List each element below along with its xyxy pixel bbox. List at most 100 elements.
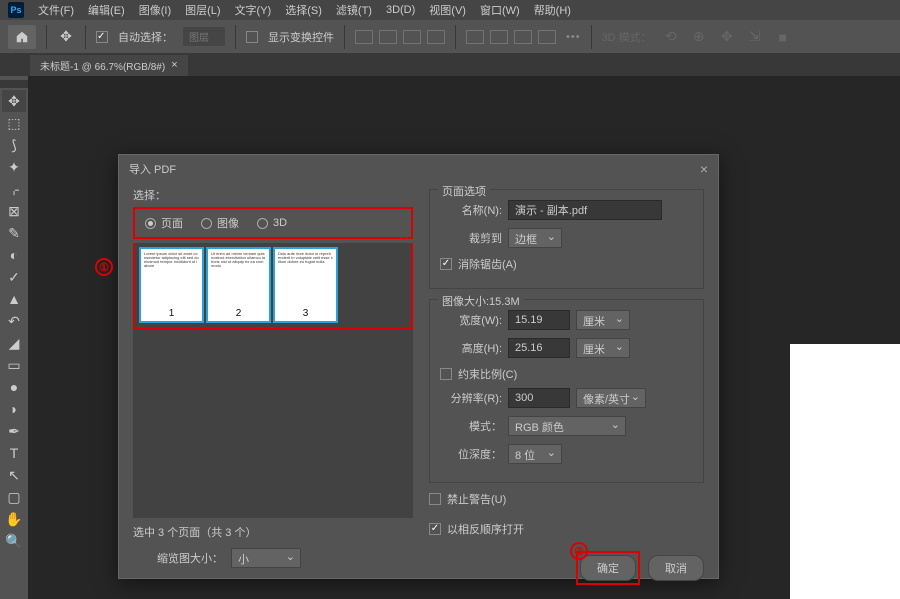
radio-image[interactable]: 图像 (201, 215, 239, 231)
ps-logo: Ps (8, 2, 24, 18)
resolution-unit-select[interactable]: 像素/英寸 (576, 388, 646, 408)
menu-3d[interactable]: 3D(D) (386, 4, 415, 16)
align-group-2 (466, 30, 556, 44)
eraser-tool[interactable]: ◢ (2, 332, 26, 354)
antialias-checkbox[interactable] (440, 258, 452, 270)
wand-tool[interactable]: ✦ (2, 156, 26, 178)
marquee-tool[interactable]: ⬚ (2, 112, 26, 134)
thumbsize-label: 缩览图大小： (157, 550, 223, 566)
ok-button[interactable]: 确定 (580, 555, 636, 581)
blur-tool[interactable]: ● (2, 376, 26, 398)
pen-tool[interactable]: ✒ (2, 420, 26, 442)
frame-tool[interactable]: ⊠ (2, 200, 26, 222)
layer-select-dropdown[interactable]: 图层 (183, 27, 225, 46)
align-icon[interactable] (466, 30, 484, 44)
reverse-order-label: 以相反顺序打开 (447, 521, 524, 537)
menu-layer[interactable]: 图层(L) (185, 2, 220, 18)
constrain-checkbox[interactable] (440, 368, 452, 380)
thumbsize-select[interactable]: 小 (231, 548, 301, 568)
options-bar: ✥ 自动选择： 图层 显示变换控件 ••• 3D 模式： ⟲ ⊕ ✥ ⇲ ■ (0, 20, 900, 54)
dodge-tool[interactable]: ◗ (2, 398, 26, 420)
pan-3d-icon: ✥ (718, 28, 736, 46)
width-unit-select[interactable]: 厘米 (576, 310, 630, 330)
auto-select-checkbox[interactable] (96, 31, 108, 43)
page-options-fieldset: 页面选项 名称(N): 裁剪到 边框 消除锯齿(A) (429, 189, 704, 289)
width-label: 宽度(W): (440, 312, 502, 328)
stamp-tool[interactable]: ▲ (2, 288, 26, 310)
menu-filter[interactable]: 滤镜(T) (336, 2, 372, 18)
menu-type[interactable]: 文字(Y) (235, 2, 272, 18)
zoom-3d-icon: ■ (774, 28, 792, 46)
dialog-titlebar[interactable]: 导入 PDF × (119, 155, 718, 183)
crop-label: 裁剪到 (440, 230, 502, 246)
tab-bar: 未标题-1 @ 66.7%(RGB/8#) × (0, 54, 900, 76)
history-brush-tool[interactable]: ↶ (2, 310, 26, 332)
move-tool[interactable]: ✥ (2, 90, 26, 112)
name-label: 名称(N): (440, 202, 502, 218)
annotation-2: ② (570, 542, 588, 560)
menu-help[interactable]: 帮助(H) (534, 2, 571, 18)
slide-3d-icon: ⇲ (746, 28, 764, 46)
import-pdf-dialog: 导入 PDF × 选择： 页面 图像 3D Lorem ipsum dolor … (118, 154, 719, 579)
zoom-tool[interactable]: 🔍 (2, 530, 26, 552)
image-size-legend: 图像大小:15.3M (438, 293, 524, 309)
crop-select[interactable]: 边框 (508, 228, 562, 248)
tool-panel: ✥ ⬚ ⟆ ✦ ⌌ ⊠ ✎ ◐ ✓ ▲ ↶ ◢ ▭ ● ◗ ✒ T ↖ ▢ ✋ … (0, 76, 28, 599)
page-thumb-2[interactable]: Ut enim ad minim veniam quis nostrud exe… (206, 247, 271, 323)
rotate-3d-icon: ⊕ (690, 28, 708, 46)
radio-3d[interactable]: 3D (257, 215, 287, 231)
align-icon[interactable] (379, 30, 397, 44)
canvas[interactable] (790, 344, 900, 599)
select-label: 选择： (133, 187, 413, 203)
show-transform-checkbox[interactable] (246, 31, 258, 43)
gradient-tool[interactable]: ▭ (2, 354, 26, 376)
document-tab[interactable]: 未标题-1 @ 66.7%(RGB/8#) × (30, 55, 188, 76)
mode-select[interactable]: RGB 颜色 (508, 416, 626, 436)
hand-tool[interactable]: ✋ (2, 508, 26, 530)
radio-page[interactable]: 页面 (145, 215, 183, 231)
page-thumb-3[interactable]: Duis aute irure dolor in reprehenderit i… (273, 247, 338, 323)
name-input[interactable] (508, 200, 662, 220)
brush-tool[interactable]: ✓ (2, 266, 26, 288)
tab-close-icon[interactable]: × (171, 59, 177, 71)
menu-file[interactable]: 文件(F) (38, 2, 74, 18)
more-icon[interactable]: ••• (566, 31, 581, 43)
suppress-warnings-checkbox[interactable] (429, 493, 441, 505)
dialog-close-button[interactable]: × (700, 161, 708, 177)
lasso-tool[interactable]: ⟆ (2, 134, 26, 156)
width-input[interactable] (508, 310, 570, 330)
align-group-1 (355, 30, 445, 44)
align-icon[interactable] (490, 30, 508, 44)
type-tool[interactable]: T (2, 442, 26, 464)
height-input[interactable] (508, 338, 570, 358)
heal-tool[interactable]: ◐ (2, 244, 26, 266)
resolution-input[interactable] (508, 388, 570, 408)
crop-tool[interactable]: ⌌ (2, 178, 26, 200)
move-tool-icon[interactable]: ✥ (57, 28, 75, 46)
height-unit-select[interactable]: 厘米 (576, 338, 630, 358)
page-thumb-1[interactable]: Lorem ipsum dolor sit amet consectetur a… (139, 247, 204, 323)
eyedropper-tool[interactable]: ✎ (2, 222, 26, 244)
constrain-label: 约束比例(C) (458, 366, 517, 382)
menu-image[interactable]: 图像(I) (139, 2, 171, 18)
menu-window[interactable]: 窗口(W) (480, 2, 520, 18)
depth-select[interactable]: 8 位 (508, 444, 562, 464)
align-icon[interactable] (427, 30, 445, 44)
tab-title: 未标题-1 @ 66.7%(RGB/8#) (40, 58, 165, 73)
page-options-legend: 页面选项 (438, 183, 490, 199)
menu-edit[interactable]: 编辑(E) (88, 2, 125, 18)
annotation-1: ① (95, 258, 113, 276)
align-icon[interactable] (514, 30, 532, 44)
path-tool[interactable]: ↖ (2, 464, 26, 486)
menu-view[interactable]: 视图(V) (429, 2, 466, 18)
align-icon[interactable] (403, 30, 421, 44)
mode-3d-label: 3D 模式： (602, 29, 652, 45)
align-icon[interactable] (538, 30, 556, 44)
shape-tool[interactable]: ▢ (2, 486, 26, 508)
menu-select[interactable]: 选择(S) (285, 2, 322, 18)
antialias-label: 消除锯齿(A) (458, 256, 517, 272)
home-button[interactable] (8, 25, 36, 49)
cancel-button[interactable]: 取消 (648, 555, 704, 581)
reverse-order-checkbox[interactable] (429, 523, 441, 535)
align-icon[interactable] (355, 30, 373, 44)
